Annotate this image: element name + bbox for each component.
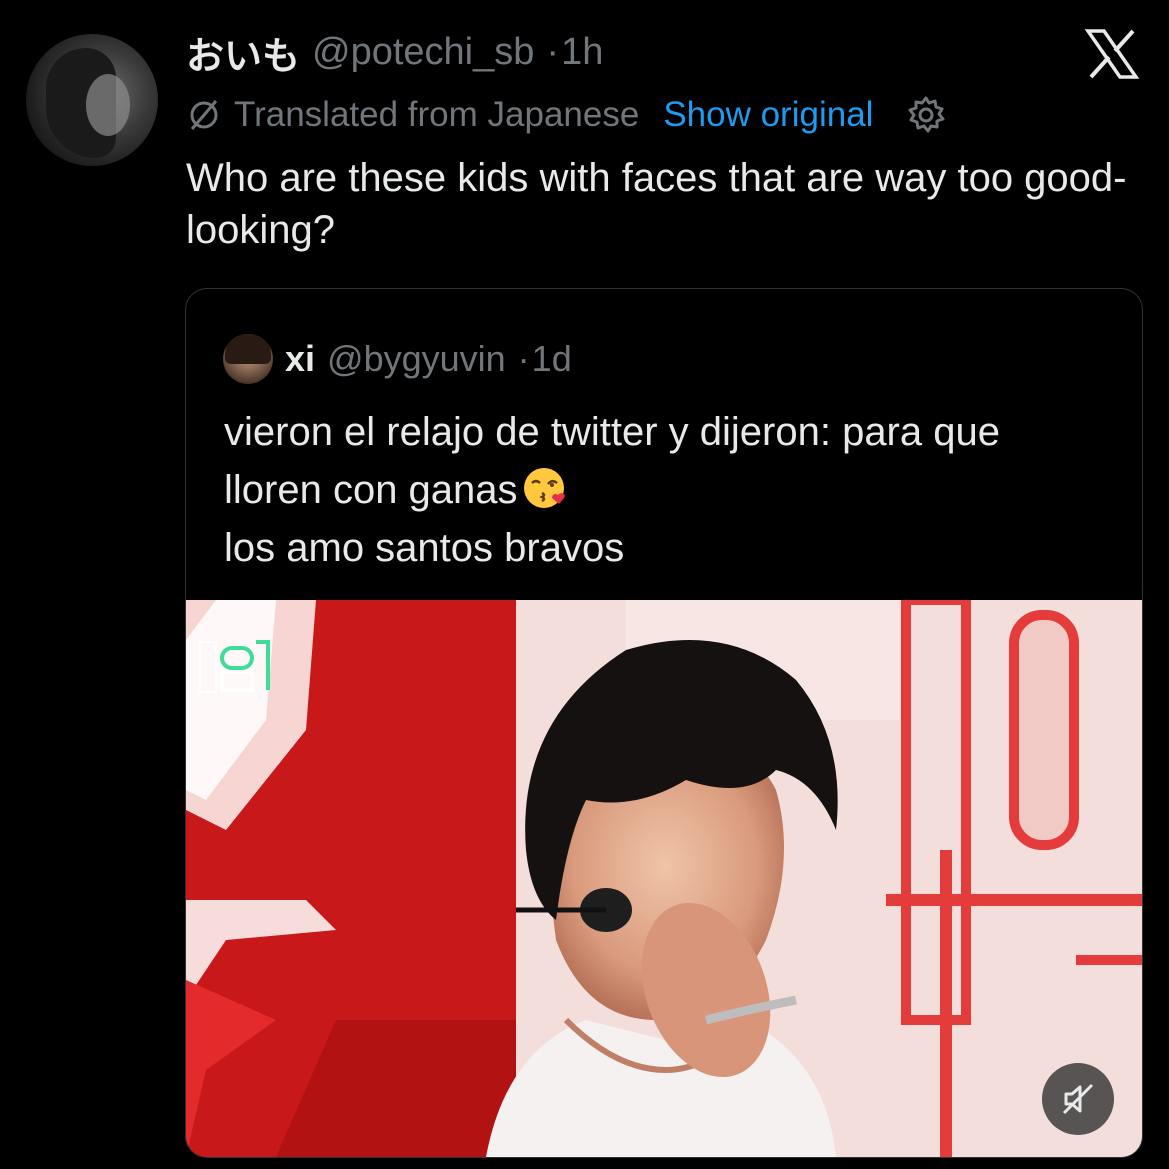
tweet-timestamp[interactable]: 1h [561, 31, 603, 74]
muted-speaker-icon [1062, 1083, 1094, 1115]
translation-row: Translated from Japanese Show original [186, 92, 947, 138]
tweet-header: おいも @potechi_sb · 1h [186, 26, 603, 78]
translated-label: Translated from Japanese [234, 95, 640, 134]
author-display-name[interactable]: おいも [186, 25, 300, 80]
header-separator: · [546, 30, 560, 73]
quote-author-avatar[interactable] [223, 334, 273, 384]
author-handle[interactable]: @potechi_sb [312, 31, 534, 74]
quote-line-3: los amo santos bravos [224, 526, 625, 570]
quote-timestamp[interactable]: 1d [532, 338, 572, 380]
quoted-tweet-card[interactable]: xi @bygyuvin · 1d vieron el relajo de tw… [185, 288, 1143, 1158]
tweet-text: Who are these kids with faces that are w… [186, 156, 1127, 252]
quote-text: vieron el relajo de twitter y dijeron: p… [224, 403, 1124, 577]
show-original-link[interactable]: Show original [663, 95, 873, 135]
slashed-circle-icon [190, 100, 218, 130]
kiss-face-emoji-icon [523, 468, 565, 508]
quote-header: xi @bygyuvin · 1d [223, 333, 572, 385]
quote-author-name[interactable]: xi [285, 338, 315, 380]
avatar-face [86, 74, 130, 136]
author-avatar[interactable] [26, 34, 158, 166]
mute-button[interactable] [1042, 1063, 1114, 1135]
quote-line-2: lloren con ganas [224, 468, 518, 512]
quote-separator: · [517, 338, 530, 379]
quote-video-media[interactable] [186, 600, 1142, 1157]
gear-icon[interactable] [905, 94, 947, 136]
quote-avatar-hair [225, 334, 271, 364]
x-logo-icon [1084, 29, 1140, 79]
quote-author-handle[interactable]: @bygyuvin [327, 338, 506, 380]
quote-line-2-wrap: lloren con ganas [224, 461, 1124, 519]
video-frame [186, 600, 1142, 1157]
quote-line-1: vieron el relajo de twitter y dijeron: p… [224, 410, 1000, 454]
